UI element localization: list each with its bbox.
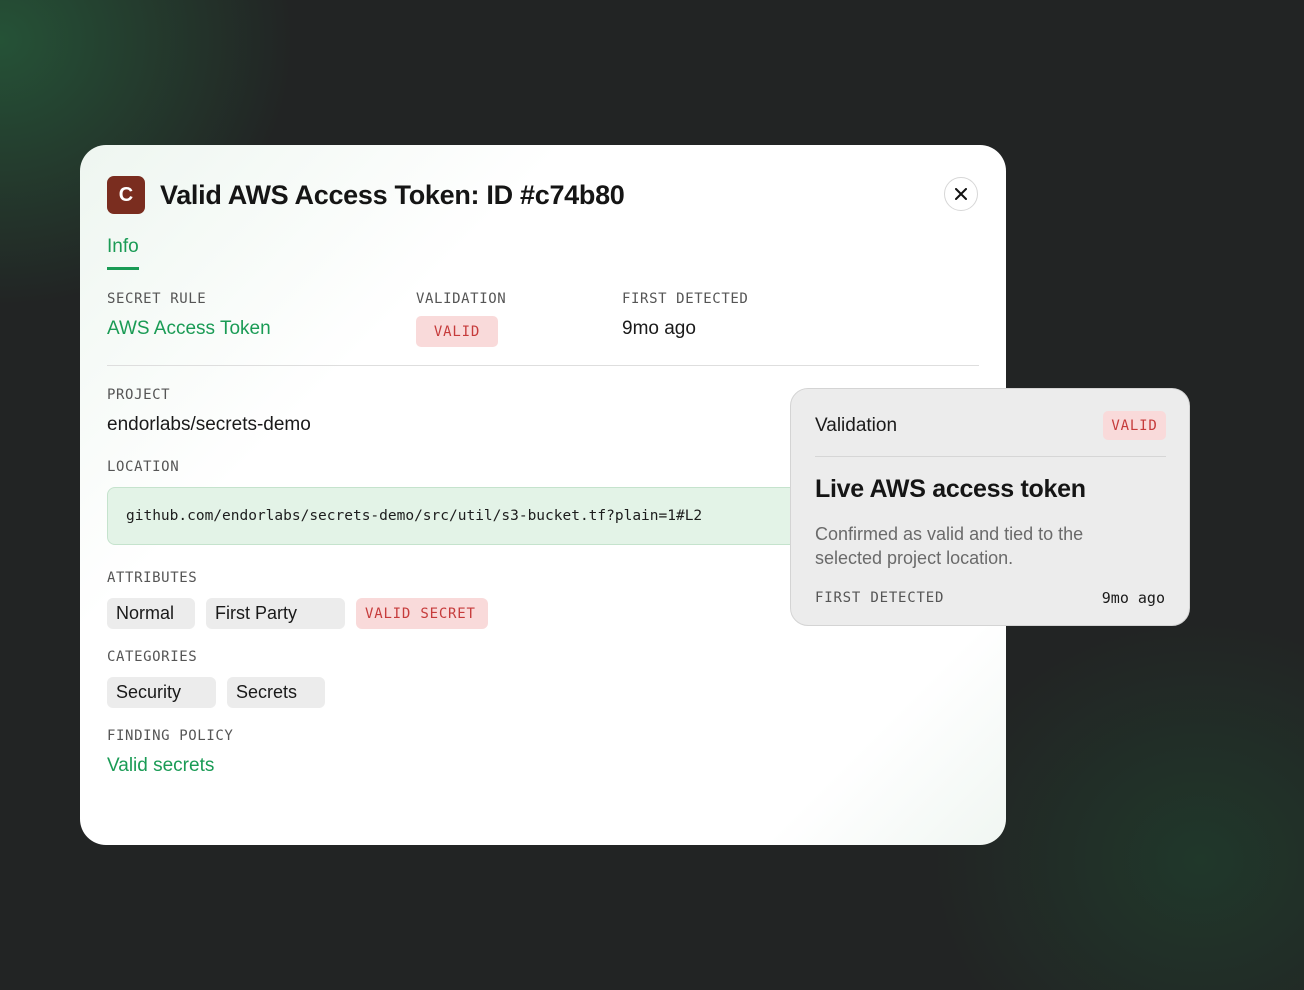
section-divider — [107, 365, 979, 366]
validation-status-badge: VALID — [416, 316, 498, 347]
popover-divider — [815, 456, 1166, 457]
popover-title: Validation — [815, 415, 898, 436]
tab-info[interactable]: Info — [107, 236, 139, 270]
project-label: PROJECT — [107, 387, 171, 403]
popover-valid-badge: VALID — [1103, 411, 1166, 440]
categories-label: CATEGORIES — [107, 649, 198, 665]
validation-popover: Validation VALID Live AWS access token C… — [790, 388, 1190, 626]
first-detected-label: FIRST DETECTED — [622, 291, 749, 307]
popover-first-detected-value: 9mo ago — [1101, 589, 1165, 607]
attribute-chip-normal: Normal — [107, 598, 195, 629]
location-path[interactable]: github.com/endorlabs/secrets-demo/src/ut… — [107, 487, 847, 545]
popover-first-detected-label: FIRST DETECTED — [815, 590, 945, 606]
category-chip-security: Security — [107, 677, 216, 708]
close-button[interactable] — [944, 177, 978, 211]
close-icon — [955, 188, 967, 200]
attribute-chip-valid-secret: VALID SECRET — [356, 598, 488, 629]
popover-heading: Live AWS access token — [815, 475, 1086, 503]
finding-policy-label: FINDING POLICY — [107, 728, 234, 744]
popover-description: Confirmed as valid and tied to the selec… — [815, 524, 1084, 568]
attribute-chip-first-party: First Party — [206, 598, 345, 629]
secret-rule-label: SECRET RULE — [107, 291, 207, 307]
finding-policy-link[interactable]: Valid secrets — [107, 755, 214, 777]
modal-title: Valid AWS Access Token: ID #c74b80 — [160, 180, 625, 210]
project-value: endorlabs/secrets-demo — [107, 414, 311, 435]
validation-label: VALIDATION — [416, 291, 507, 307]
attributes-label: ATTRIBUTES — [107, 570, 198, 586]
secret-rule-link[interactable]: AWS Access Token — [107, 318, 271, 340]
first-detected-value: 9mo ago — [622, 318, 696, 339]
category-chip-secrets: Secrets — [227, 677, 325, 708]
finding-type-icon: C — [107, 176, 145, 214]
location-label: LOCATION — [107, 459, 180, 475]
